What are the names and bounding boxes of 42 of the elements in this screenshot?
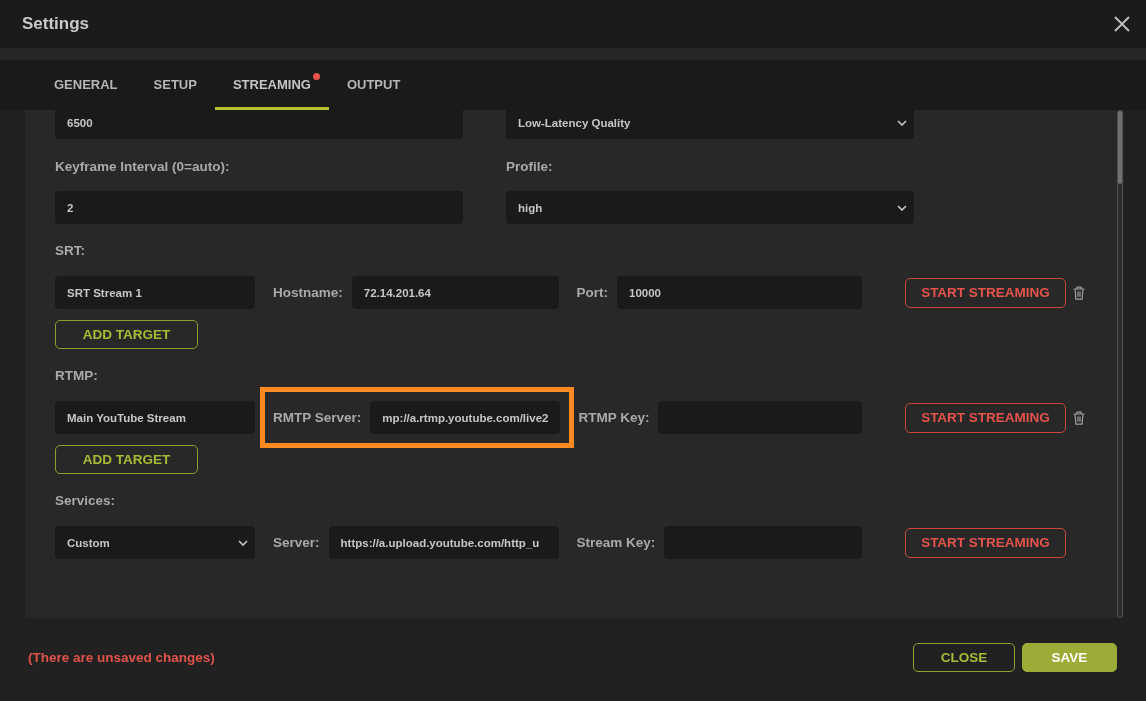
field-label: RTMP Key: — [578, 409, 650, 426]
close-dialog-button[interactable]: CLOSE — [913, 643, 1015, 672]
text-field[interactable]: 2 — [55, 191, 463, 224]
field-label: Port: — [576, 284, 608, 301]
text-field[interactable]: 72.14.201.64 — [351, 276, 559, 309]
start-streaming-button[interactable]: START STREAMING — [905, 527, 1066, 558]
unsaved-changes-message: (There are unsaved changes) — [28, 650, 216, 665]
tab[interactable]: GENERAL — [36, 60, 136, 110]
window-title: Settings — [22, 14, 90, 34]
chevron-down-icon — [897, 204, 907, 211]
close-button[interactable] — [1114, 16, 1130, 32]
field-label: Server: — [273, 534, 320, 551]
section-label: RTMP: — [55, 368, 99, 384]
field-label: Stream Key: — [576, 534, 656, 551]
trash-icon[interactable] — [1073, 285, 1085, 300]
section-label: SRT: — [55, 243, 86, 259]
chevron-down-icon — [897, 119, 907, 126]
section-label: Services: — [55, 493, 117, 509]
text-field[interactable]: Main YouTube Stream — [55, 401, 255, 434]
dropdown[interactable]: Low-Latency Quality — [506, 110, 914, 139]
field-label: Keyframe Interval (0=auto): — [55, 159, 231, 175]
chevron-down-icon — [238, 539, 248, 546]
tab[interactable]: OUTPUT — [328, 60, 419, 110]
tab[interactable]: SETUP — [135, 60, 215, 110]
text-field[interactable]: SRT Stream 1 — [55, 276, 255, 309]
field-label: RMTP Server: — [273, 409, 362, 426]
field-label: Profile: — [506, 159, 554, 175]
text-field[interactable]: https://a.upload.youtube.com/http_u — [328, 526, 559, 559]
dropdown[interactable]: high — [506, 191, 914, 224]
trash-icon[interactable] — [1073, 410, 1085, 425]
field-label: Hostname: — [273, 284, 343, 301]
add-target-button[interactable]: ADD TARGET — [55, 445, 198, 474]
close-icon — [1114, 16, 1130, 32]
dropdown[interactable]: Custom — [55, 526, 255, 559]
scrollbar-thumb[interactable] — [1118, 111, 1122, 184]
start-streaming-button[interactable]: START STREAMING — [905, 277, 1066, 308]
text-field[interactable]: 10000 — [617, 276, 862, 309]
add-target-button[interactable]: ADD TARGET — [55, 320, 198, 349]
text-field[interactable]: 6500 — [55, 110, 463, 139]
text-field[interactable]: mp://a.rtmp.youtube.com/live2 — [370, 401, 561, 434]
start-streaming-button[interactable]: START STREAMING — [905, 402, 1066, 433]
scrollbar[interactable] — [1117, 110, 1123, 618]
